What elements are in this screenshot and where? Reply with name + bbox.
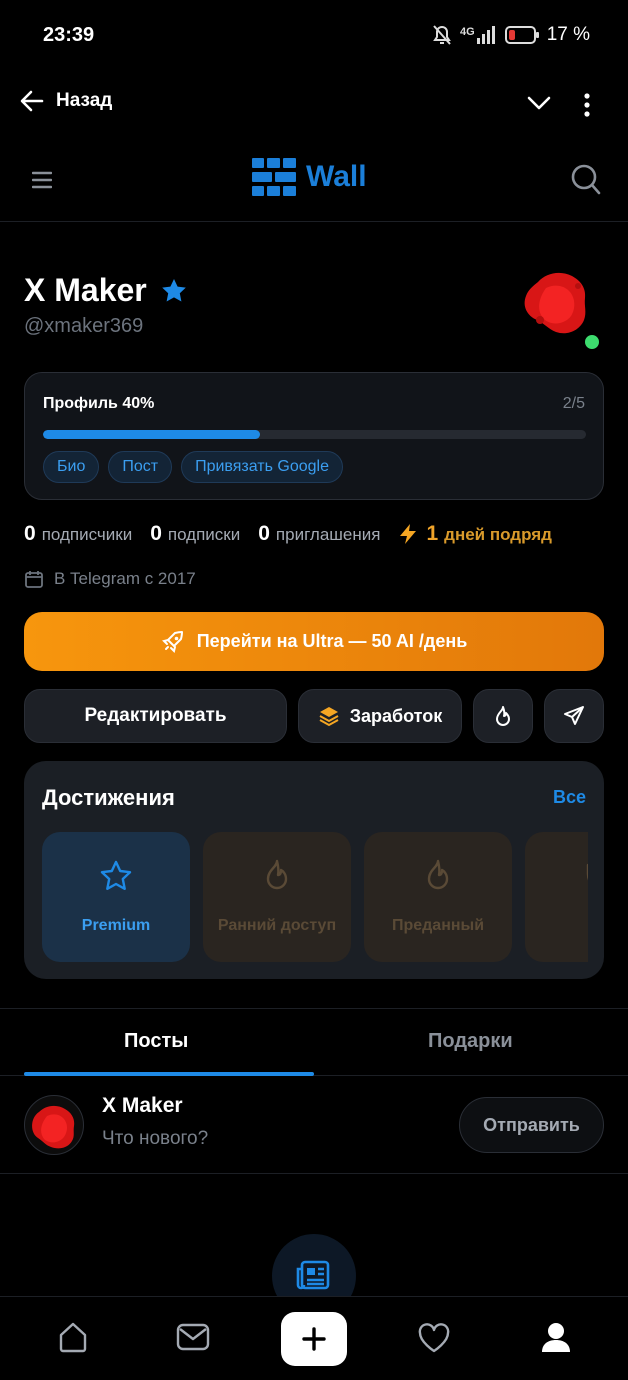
profile-tabs: Посты Подарки [0,1008,628,1076]
progress-bar-fill [43,430,261,439]
menu-icon[interactable] [32,170,52,190]
chip-link-google[interactable]: Привязать Google [181,451,343,483]
send-icon [563,705,585,727]
earnings-label: Заработок [349,705,443,726]
progress-bar [43,430,586,439]
bottom-nav [0,1296,628,1380]
newspaper-icon [296,1260,332,1292]
streak-label: дней подряд [444,525,552,544]
online-status-dot [582,332,602,352]
chip-post[interactable]: Пост [108,451,173,483]
status-time: 23:39 [43,24,95,46]
avatar [24,1095,84,1155]
bell-muted-icon [432,24,452,46]
arrow-left-icon [20,90,44,112]
progress-chips: Био Пост Привязать Google [43,451,343,483]
achievements-card: Достижения Все Premium Ранний доступ Пре… [24,761,604,979]
tab-gifts[interactable]: Подарки [428,1030,513,1053]
streak-count: 1 [426,522,439,545]
plus-icon [302,1327,326,1351]
back-button[interactable]: Назад [20,90,112,112]
status-bar: 23:39 4G 17 % [0,0,628,70]
since-label: В Telegram с 2017 [54,569,196,588]
home-icon[interactable] [57,1321,89,1353]
stat-invites[interactable]: 0 приглашения [258,522,380,546]
upgrade-ultra-label: Перейти на Ultra — 50 AI /день [196,631,468,651]
progress-title: Профиль 40% [43,395,155,412]
earnings-button[interactable]: Заработок [298,689,462,743]
upgrade-ultra-button[interactable]: Перейти на Ultra — 50 AI /день [24,612,604,671]
composer-input[interactable]: Что нового? [102,1128,208,1150]
calendar-icon [24,569,44,589]
edit-profile-label: Редактировать [84,705,227,726]
post-composer: X Maker Что нового? Отправить [0,1076,628,1174]
back-label: Назад [56,90,113,111]
profile-stats: 0 подписчики 0 подписки 0 приглашения 1 … [24,522,552,546]
mail-icon[interactable] [176,1323,210,1351]
profile-icon[interactable] [540,1321,572,1353]
achievement-label: Premium [81,916,151,934]
flame-icon [262,859,292,891]
star-icon [100,860,132,891]
flame-icon [423,859,453,891]
battery-icon [504,26,539,44]
wall-logo: Wall [252,158,367,196]
achievements-all-link[interactable]: Все [553,787,586,808]
lightning-icon [398,523,418,545]
followers-label: подписчики [41,525,133,544]
tab-posts[interactable]: Посты [124,1030,188,1053]
following-count: 0 [150,522,162,545]
logo-text: Wall [306,160,367,193]
achievement-early-access[interactable]: Ранний доступ [203,832,351,962]
achievement-partial[interactable]: Ве [525,832,588,962]
status-icons: 4G 17 % [432,24,590,46]
achievements-carousel[interactable]: Premium Ранний доступ Преданный Ве [42,832,588,962]
telegram-since: В Telegram с 2017 [24,569,196,589]
app-header: Wall [0,140,628,222]
followers-count: 0 [24,522,36,545]
invites-label: приглашения [275,525,381,544]
stat-following[interactable]: 0 подписки [150,522,240,546]
brick-wall-icon [252,158,296,196]
achievement-label: Ранний доступ [217,917,337,934]
profile-name-text: X Maker [24,272,147,308]
chip-bio[interactable]: Био [43,451,100,483]
composer-name: X Maker [102,1094,183,1117]
heart-icon[interactable] [417,1323,451,1353]
chevron-down-icon[interactable] [527,95,551,111]
flame-icon [493,705,513,727]
search-icon[interactable] [571,164,601,196]
profile-name: X Maker [24,272,187,309]
edit-profile-button[interactable]: Редактировать [24,689,287,743]
avatar[interactable] [520,268,592,340]
stat-streak: 1 дней подряд [398,522,552,546]
top-nav: Назад [0,80,628,130]
network-type: 4G [460,26,475,38]
send-post-button[interactable]: Отправить [459,1097,604,1153]
shield-icon [585,859,588,891]
share-button[interactable] [544,689,604,743]
create-post-button[interactable] [281,1312,347,1366]
achievement-devoted[interactable]: Преданный [364,832,512,962]
following-label: подписки [167,525,241,544]
progress-count: 2/5 [562,395,585,412]
profile-progress-card: Профиль 40% 2/5 Био Пост Привязать Googl… [24,372,604,500]
verified-star-icon [161,278,187,303]
more-vertical-icon[interactable] [583,93,591,117]
achievement-premium[interactable]: Premium [42,832,190,962]
achievement-label: Преданный [391,917,485,934]
layers-icon [318,705,340,727]
stat-followers[interactable]: 0 подписчики [24,522,132,546]
signal-icon: 4G [460,26,497,44]
battery-percent: 17 % [546,24,590,45]
flame-button[interactable] [473,689,533,743]
rocket-icon [161,630,185,654]
invites-count: 0 [258,522,270,545]
profile-handle: @xmaker369 [24,315,144,337]
achievements-title: Достижения [42,785,175,810]
